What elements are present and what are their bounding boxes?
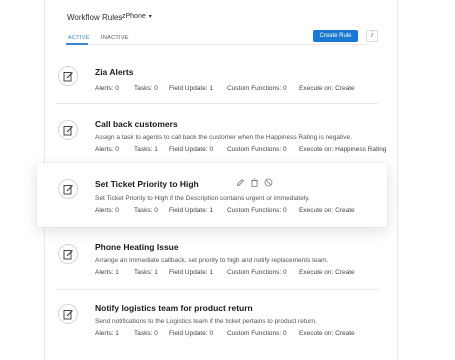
rule-description: Set Ticket Priority to High if the Descr… bbox=[95, 195, 310, 202]
custom-functions-count: Custom Functions: 0 bbox=[227, 85, 287, 92]
tasks-count: Tasks: 1 bbox=[134, 269, 158, 276]
custom-functions-count: Custom Functions: 0 bbox=[227, 146, 287, 153]
field-update-count: Field Update: 1 bbox=[169, 85, 214, 92]
execute-on: Execute on: Happiness Rating bbox=[299, 146, 387, 153]
rule-description: Arrange an Immediate callback, set prior… bbox=[95, 257, 329, 264]
alerts-count: Alerts: 0 bbox=[95, 85, 119, 92]
row-divider bbox=[56, 289, 378, 290]
edit-document-icon bbox=[58, 66, 78, 86]
field-update-count: Field Update: 0 bbox=[169, 330, 214, 337]
rule-row-highlighted[interactable]: Set Ticket Priority to High Set Ticket P… bbox=[37, 163, 387, 227]
alerts-count: Alerts: 1 bbox=[95, 330, 119, 337]
department-selector[interactable]: zPhone ▾ bbox=[122, 13, 152, 20]
edit-document-icon bbox=[58, 120, 78, 140]
tasks-count: Tasks: 0 bbox=[134, 207, 158, 214]
chevron-down-icon: ▾ bbox=[148, 14, 152, 20]
create-rule-button[interactable]: Create Rule bbox=[313, 30, 358, 42]
tabs-divider bbox=[66, 44, 370, 45]
alerts-count: Alerts: 0 bbox=[95, 207, 119, 214]
execute-on: Execute on: Create bbox=[299, 207, 355, 214]
field-update-count: Field Update: 1 bbox=[169, 207, 214, 214]
rule-row[interactable]: Zia Alerts Alerts: 0 Tasks: 0 Field Upda… bbox=[56, 58, 376, 98]
tasks-count: Tasks: 1 bbox=[134, 146, 158, 153]
rule-name[interactable]: Call back customers bbox=[95, 119, 178, 129]
rule-stats: Alerts: 0 Tasks: 0 Field Update: 1 Custo… bbox=[95, 85, 375, 95]
page-title: Workflow Rules bbox=[67, 13, 123, 22]
rule-name[interactable]: Zia Alerts bbox=[95, 67, 133, 77]
rule-description: Send notifications to the Logistics team… bbox=[95, 318, 317, 325]
row-divider bbox=[56, 103, 378, 104]
custom-functions-count: Custom Functions: 0 bbox=[227, 330, 287, 337]
edit-document-icon bbox=[58, 304, 78, 324]
field-update-count: Field Update: 1 bbox=[169, 269, 214, 276]
rule-stats: Alerts: 1 Tasks: 1 Field Update: 1 Custo… bbox=[95, 269, 375, 279]
edit-document-icon bbox=[58, 179, 78, 199]
tasks-count: Tasks: 0 bbox=[134, 85, 158, 92]
disable-icon[interactable] bbox=[264, 178, 273, 187]
alerts-count: Alerts: 0 bbox=[95, 146, 119, 153]
tab-active[interactable]: ACTIVE bbox=[68, 35, 90, 41]
alerts-count: Alerts: 1 bbox=[95, 269, 119, 276]
department-label: zPhone bbox=[122, 13, 146, 20]
rule-name[interactable]: Phone Heating Issue bbox=[95, 242, 179, 252]
edit-document-icon bbox=[58, 244, 78, 264]
info-button[interactable]: i bbox=[366, 30, 378, 42]
tab-inactive[interactable]: INACTIVE bbox=[101, 35, 129, 41]
rule-stats: Alerts: 0 Tasks: 0 Field Update: 1 Custo… bbox=[95, 207, 375, 217]
execute-on: Execute on: Create bbox=[299, 269, 355, 276]
rule-actions bbox=[236, 178, 286, 188]
tasks-count: Tasks: 0 bbox=[134, 330, 158, 337]
trash-icon[interactable] bbox=[250, 178, 259, 187]
rule-stats: Alerts: 1 Tasks: 0 Field Update: 0 Custo… bbox=[95, 330, 375, 340]
rule-row[interactable]: Call back customers Assign a task to age… bbox=[56, 110, 386, 158]
execute-on: Execute on: Create bbox=[299, 85, 355, 92]
rule-description: Assign a task to agents to call back the… bbox=[95, 134, 352, 141]
field-update-count: Field Update: 0 bbox=[169, 146, 214, 153]
rule-name[interactable]: Notify logistics team for product return bbox=[95, 303, 253, 313]
rule-row[interactable]: Notify logistics team for product return… bbox=[56, 294, 376, 342]
custom-functions-count: Custom Functions: 0 bbox=[227, 269, 287, 276]
rule-row[interactable]: Phone Heating Issue Arrange an Immediate… bbox=[56, 234, 376, 282]
execute-on: Execute on: Create bbox=[299, 330, 355, 337]
rule-stats: Alerts: 0 Tasks: 1 Field Update: 0 Custo… bbox=[95, 146, 387, 156]
pencil-icon[interactable] bbox=[236, 178, 245, 187]
rule-name[interactable]: Set Ticket Priority to High bbox=[95, 179, 199, 189]
active-tab-indicator bbox=[66, 43, 88, 45]
custom-functions-count: Custom Functions: 0 bbox=[227, 207, 287, 214]
